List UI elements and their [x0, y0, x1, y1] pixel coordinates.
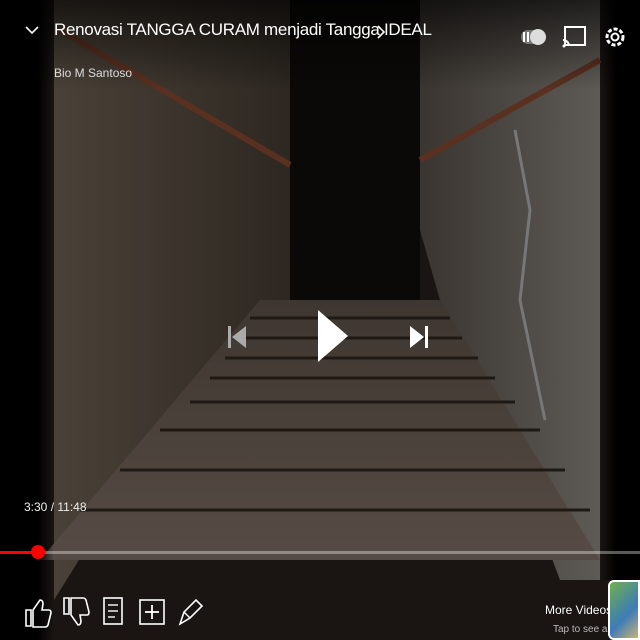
left-shade	[0, 0, 54, 640]
skip-next-icon[interactable]	[404, 322, 434, 352]
comments-icon[interactable]	[96, 592, 132, 632]
chevron-down-icon[interactable]	[22, 20, 42, 40]
play-icon[interactable]	[312, 306, 352, 366]
channel-name[interactable]: Bio M Santoso	[54, 66, 132, 80]
time-display: 3:30 / 11:48	[24, 500, 87, 514]
pause-toggle-icon[interactable]	[518, 22, 548, 52]
more-videos-thumbnail[interactable]	[608, 580, 640, 640]
more-videos-label[interactable]: More Videos	[545, 603, 612, 617]
cast-icon[interactable]	[560, 22, 590, 52]
share-icon[interactable]	[172, 592, 208, 632]
thumbs-up-icon[interactable]	[18, 592, 54, 632]
gear-icon[interactable]	[600, 22, 630, 52]
scrubber-handle[interactable]	[31, 545, 45, 559]
skip-previous-icon[interactable]	[222, 322, 252, 352]
progress-track[interactable]	[0, 551, 640, 554]
save-icon[interactable]	[134, 592, 170, 632]
chevron-right-icon[interactable]	[375, 24, 387, 40]
thumbs-down-icon[interactable]	[56, 592, 92, 632]
more-videos-hint: Tap to see all	[553, 624, 612, 635]
